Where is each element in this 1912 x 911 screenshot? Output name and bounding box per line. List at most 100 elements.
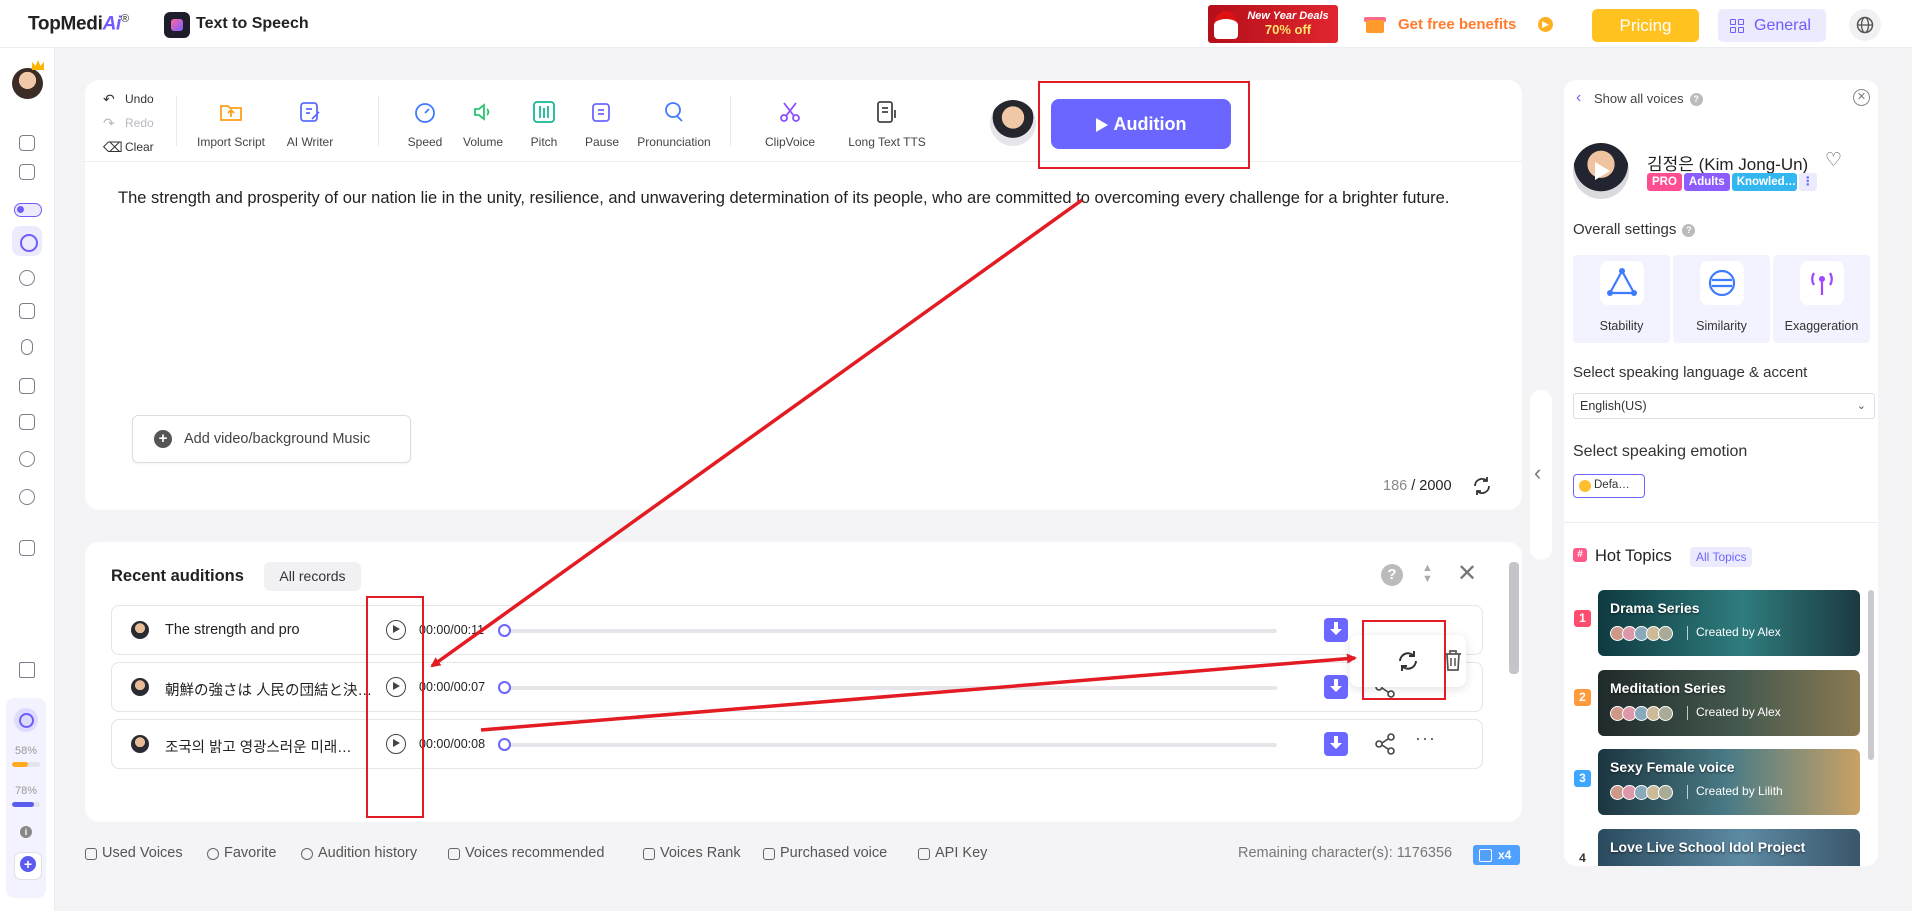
apps-grid-icon[interactable] [19,662,35,678]
progress-track[interactable] [504,743,1277,747]
progress-knob[interactable] [498,624,511,637]
undo-button[interactable]: ↶ Undo [101,88,161,112]
progress-track[interactable] [504,629,1277,633]
new-year-deals-banner[interactable]: New Year Deals 70% off [1208,5,1338,43]
toolbar-divider [730,96,731,146]
progress-track[interactable] [504,686,1277,690]
add-button[interactable] [14,852,42,880]
similarity-setting[interactable]: Similarity [1673,255,1770,343]
folder-icon[interactable] [19,164,35,180]
voice-avatar [131,678,149,696]
used-voices-link[interactable]: Used Voices [85,845,183,861]
voices-rank-link[interactable]: Voices Rank [643,845,741,861]
users-icon[interactable] [19,451,35,467]
rank-icon [643,848,655,860]
right-panel-scrollbar[interactable] [1868,590,1874,760]
microphone-icon[interactable] [21,339,33,355]
pricing-button[interactable]: Pricing [1592,9,1699,42]
topic-card-sexy-female-voice[interactable]: Sexy Female voice Created by Lilith [1598,749,1860,815]
get-free-benefits-link[interactable]: Get free benefits [1398,16,1516,33]
voices-recommended-link[interactable]: Voices recommended [448,845,604,861]
share-icon[interactable] [1374,733,1396,755]
document-icon[interactable] [19,414,35,430]
show-all-voices-link[interactable]: ‹ Show all voices? [1576,89,1703,106]
sort-icon[interactable]: ▲ ▼ [1422,563,1433,585]
favorite-heart-icon[interactable]: ♡ [1825,149,1842,172]
script-text-area[interactable]: The strength and prosperity of our natio… [118,187,1498,210]
audition-button[interactable]: Audition [1051,99,1231,149]
mode-toggle[interactable] [14,203,42,217]
more-tags-icon[interactable]: ⋮ [1798,173,1817,191]
voice-preview-avatar[interactable] [1573,143,1629,199]
volume-button[interactable]: Volume [457,100,509,149]
pronunciation-icon [665,102,683,122]
key-icon [918,848,930,860]
more-options-icon[interactable]: ··· [1415,728,1436,749]
progress-knob[interactable] [498,738,511,751]
audition-history-link[interactable]: Audition history [301,845,417,861]
pause-button[interactable]: Pause [580,100,624,149]
topic-card-drama-series[interactable]: Drama Series Created by Alex [1598,590,1860,656]
voice-changer-icon[interactable] [19,270,35,286]
heart-icon [207,848,219,860]
speed-button[interactable]: Speed [402,100,448,149]
pen-icon[interactable] [19,378,35,394]
general-menu-button[interactable]: General [1718,9,1826,42]
audition-time: 00:00/00:07 [419,680,486,694]
topic-card-love-live[interactable]: Love Live School Idol Project [1598,829,1860,866]
close-panel-icon[interactable]: ✕ [1853,89,1870,106]
speech-to-text-icon[interactable] [19,303,35,319]
ai-writer-button[interactable]: AI Writer [280,100,340,149]
audition-row: 조국의 밝고 영광스러운 미래… 00:00/00:08 ··· [111,719,1483,769]
topic-card-meditation-series[interactable]: Meditation Series Created by Alex [1598,670,1860,736]
volume-icon [474,103,490,121]
clipvoice-button[interactable]: ClipVoice [758,100,822,149]
stability-setting[interactable]: Stability [1573,255,1670,343]
selected-voice-avatar[interactable] [990,100,1036,146]
play-icon[interactable] [386,734,406,754]
play-icon[interactable] [386,620,406,640]
quota-percent-1: 58% [14,745,38,757]
import-script-button[interactable]: Import Script [192,100,270,149]
progress-knob[interactable] [498,681,511,694]
all-records-button[interactable]: All records [264,562,361,591]
help-icon[interactable]: ? [1381,564,1403,586]
character-counter: 186 / 2000 [1383,478,1452,494]
favorite-link[interactable]: Favorite [207,845,276,861]
globe-nav-icon[interactable] [19,489,35,505]
language-select[interactable]: English(US) ⌄ [1573,393,1875,419]
brand-logo[interactable]: TopMediAi® [28,13,129,35]
scrollbar[interactable] [1509,562,1519,674]
all-topics-button[interactable]: All Topics [1690,547,1753,567]
play-icon[interactable] [386,677,406,697]
toolbox-icon[interactable] [19,540,35,556]
api-key-link[interactable]: API Key [918,845,987,861]
pitch-button[interactable]: Pitch [520,100,568,149]
add-background-music-button[interactable]: + Add video/background Music [132,415,411,463]
clear-button[interactable]: ⌫ Clear [101,136,161,160]
ai-tools-icon[interactable] [19,135,35,151]
redo-button[interactable]: ↷ Redo [101,112,161,136]
close-icon[interactable]: ✕ [1457,559,1477,588]
download-icon[interactable] [1324,675,1348,699]
help-icon[interactable]: ? [1689,93,1703,106]
download-icon[interactable] [1324,732,1348,756]
pronunciation-button[interactable]: Pronunciation [630,100,718,149]
refresh-icon[interactable] [1471,475,1493,497]
info-icon[interactable]: i [20,826,32,838]
similarity-icon [1700,261,1744,305]
long-text-tts-button[interactable]: Long Text TTS [845,100,929,149]
exaggeration-setting[interactable]: Exaggeration [1773,255,1870,343]
exaggeration-icon [1800,261,1844,305]
left-sidebar: 58% 78% i [0,48,55,911]
collapse-panel-handle[interactable]: ‹ [1530,390,1552,560]
trash-icon[interactable] [1443,648,1463,672]
text-to-speech-nav-icon[interactable] [12,226,42,256]
user-avatar[interactable] [12,68,43,99]
purchased-voice-link[interactable]: Purchased voice [763,845,887,861]
download-icon[interactable] [1324,618,1348,642]
emotion-chip[interactable]: Defa… [1573,474,1645,498]
language-globe-button[interactable] [1849,9,1881,41]
regenerate-icon[interactable] [1395,648,1421,674]
help-icon[interactable]: ? [1682,224,1696,237]
